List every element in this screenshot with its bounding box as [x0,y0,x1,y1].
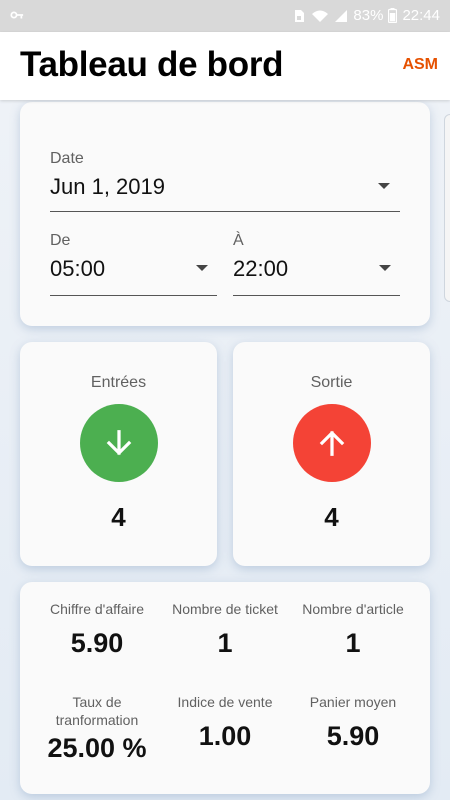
key-icon [10,11,24,19]
dashboard-content: Date Jun 1, 2019 De 05:00 À 22:00 Entrée… [0,100,450,800]
entries-count: 4 [111,502,126,532]
filters-card: Date Jun 1, 2019 De 05:00 À 22:00 [20,102,430,326]
wifi-icon [312,10,329,22]
stat-sales-index: Indice de vente 1.00 [160,693,290,752]
stat-label: Nombre de ticket [172,601,278,617]
exits-indicator [293,404,371,482]
stat-ticket-count: Nombre de ticket 1 [160,600,290,659]
chevron-down-icon [378,183,390,189]
date-label: Date [50,150,84,167]
to-time-value: 22:00 [233,256,289,281]
from-label: De [50,232,71,249]
exits-label: Sortie [310,374,353,391]
date-underline [50,211,400,212]
stat-label: Indice de vente [177,694,273,710]
stat-revenue: Chiffre d'affaire 5.90 [32,600,162,659]
stat-label: Panier moyen [309,694,397,710]
entries-card[interactable]: Entrées 4 [20,342,217,566]
signal-icon [335,9,348,22]
stat-label: Chiffre d'affaire [50,601,144,617]
entries-indicator [80,404,158,482]
stat-value: 1.00 [198,721,252,751]
stat-value: 1 [345,628,361,658]
side-panel-handle[interactable] [444,114,450,302]
exits-count: 4 [324,502,339,532]
stat-label: Taux de tranformation [55,694,139,728]
to-time-picker[interactable]: 22:00 [233,252,400,296]
app-bar: Tableau de bord ASM [0,32,450,100]
battery-icon [388,8,398,23]
arrow-up-icon [319,430,345,456]
clock: 22:44 [402,7,440,24]
entries-label: Entrées [90,374,147,391]
from-time-underline [50,295,217,296]
arrow-down-icon [106,430,132,456]
stat-value: 1 [217,628,233,658]
chevron-down-icon [196,265,208,271]
asm-button[interactable]: ASM [402,56,438,74]
stat-article-count: Nombre d'article 1 [288,600,418,659]
chevron-down-icon [379,265,391,271]
stat-value: 25.00 % [47,733,147,763]
status-bar: 83% 22:44 [0,0,450,32]
from-time-picker[interactable]: 05:00 [50,252,217,296]
battery-percent: 83% [353,7,384,24]
exits-card[interactable]: Sortie 4 [233,342,430,566]
page-title: Tableau de bord [20,45,284,84]
stats-card: Chiffre d'affaire 5.90 Nombre de ticket … [20,582,430,794]
to-label: À [233,232,244,249]
from-time-value: 05:00 [50,256,106,281]
stat-average-basket: Panier moyen 5.90 [288,693,418,752]
stat-value: 5.90 [326,721,380,751]
to-time-underline [233,295,400,296]
date-value: Jun 1, 2019 [50,174,165,199]
stat-conversion-rate: Taux de tranformation 25.00 % [32,693,162,764]
date-picker[interactable]: Jun 1, 2019 [50,170,400,212]
stat-label: Nombre d'article [302,601,404,617]
sim-icon [295,9,305,22]
stat-value: 5.90 [70,628,124,658]
